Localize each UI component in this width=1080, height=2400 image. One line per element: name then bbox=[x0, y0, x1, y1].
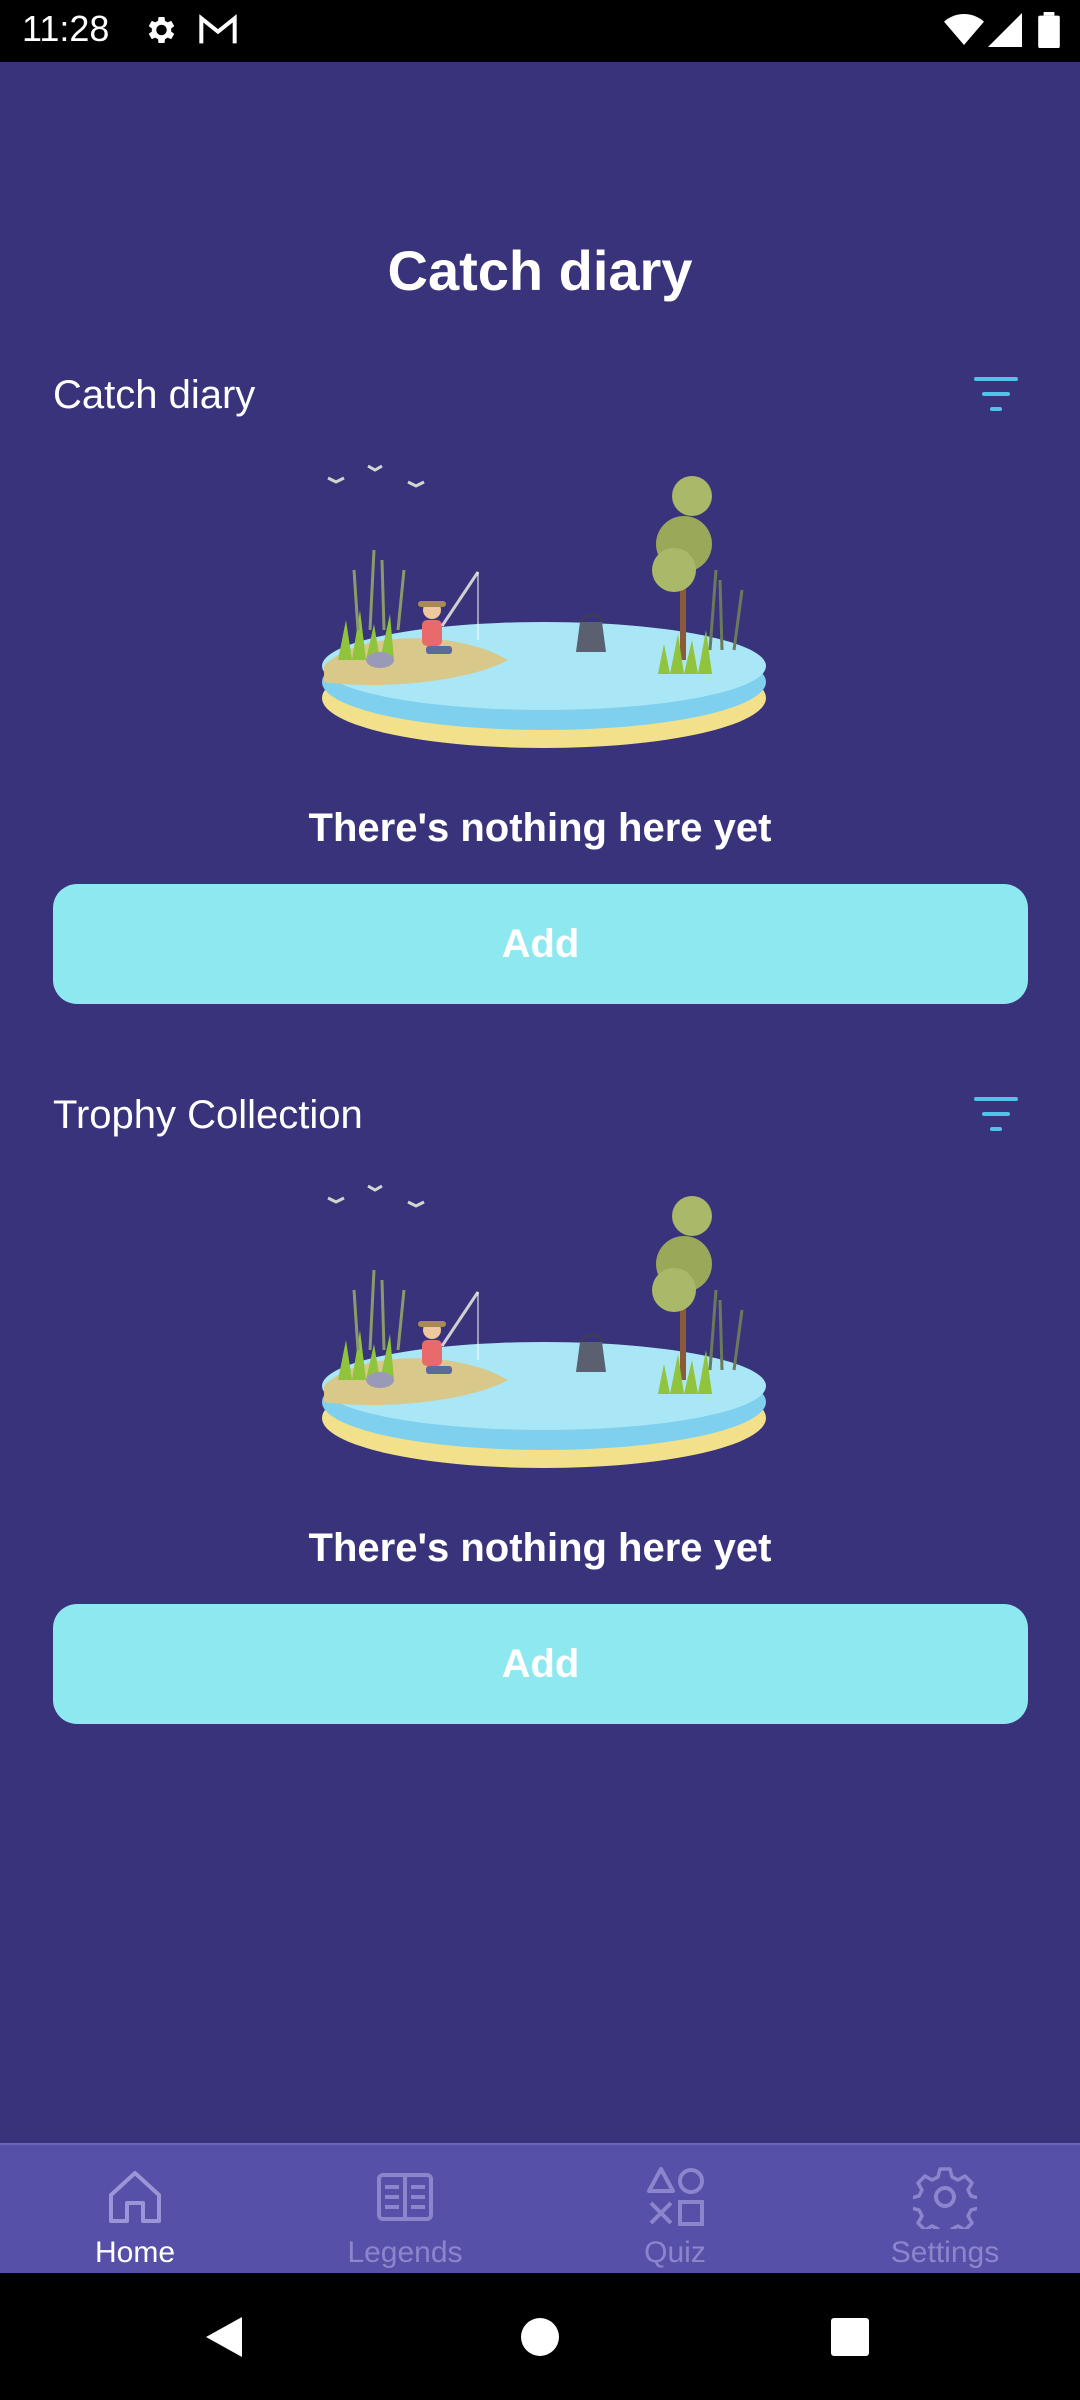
nav-item-settings[interactable]: Settings bbox=[810, 2145, 1080, 2275]
filter-icon[interactable] bbox=[972, 374, 1020, 414]
wifi-icon bbox=[944, 14, 984, 45]
gmail-icon bbox=[199, 14, 237, 44]
add-trophy-button[interactable]: Add bbox=[53, 1604, 1028, 1724]
add-catch-button[interactable]: Add bbox=[53, 884, 1028, 1004]
empty-state-text: There's nothing here yet bbox=[308, 1526, 772, 1570]
nav-label: Quiz bbox=[644, 2236, 706, 2269]
nav-label: Settings bbox=[890, 2236, 1000, 2269]
nav-label: Home bbox=[94, 2236, 176, 2269]
nav-item-legends[interactable]: Legends bbox=[270, 2145, 540, 2275]
system-navigation-bar bbox=[0, 2273, 1080, 2400]
signal-icon bbox=[988, 13, 1022, 47]
book-icon bbox=[377, 2173, 433, 2221]
recents-square-icon[interactable] bbox=[830, 2317, 870, 2357]
fishing-pond-illustration bbox=[322, 1184, 766, 1468]
section-title: Catch diary bbox=[53, 373, 256, 417]
nav-label: Legends bbox=[347, 2236, 463, 2269]
gear-icon bbox=[913, 2167, 977, 2229]
status-time: 11:28 bbox=[22, 8, 110, 49]
gear-icon bbox=[148, 16, 175, 44]
nav-item-home[interactable]: Home bbox=[0, 2145, 270, 2275]
filter-icon[interactable] bbox=[972, 1094, 1020, 1134]
empty-state-text: There's nothing here yet bbox=[308, 806, 772, 850]
home-icon bbox=[109, 2171, 161, 2223]
nav-item-quiz[interactable]: Quiz bbox=[540, 2145, 810, 2275]
section-title: Trophy Collection bbox=[53, 1093, 363, 1137]
battery-icon bbox=[1038, 12, 1060, 48]
home-circle-icon[interactable] bbox=[520, 2317, 560, 2357]
bottom-navigation: Home Legends Quiz Settings bbox=[0, 2143, 1080, 2275]
status-bar: 11:28 bbox=[0, 0, 1080, 62]
back-icon[interactable] bbox=[204, 2315, 244, 2359]
fishing-pond-illustration bbox=[322, 464, 766, 748]
quiz-shapes-icon bbox=[647, 2167, 704, 2226]
page-title: Catch diary bbox=[387, 239, 693, 302]
